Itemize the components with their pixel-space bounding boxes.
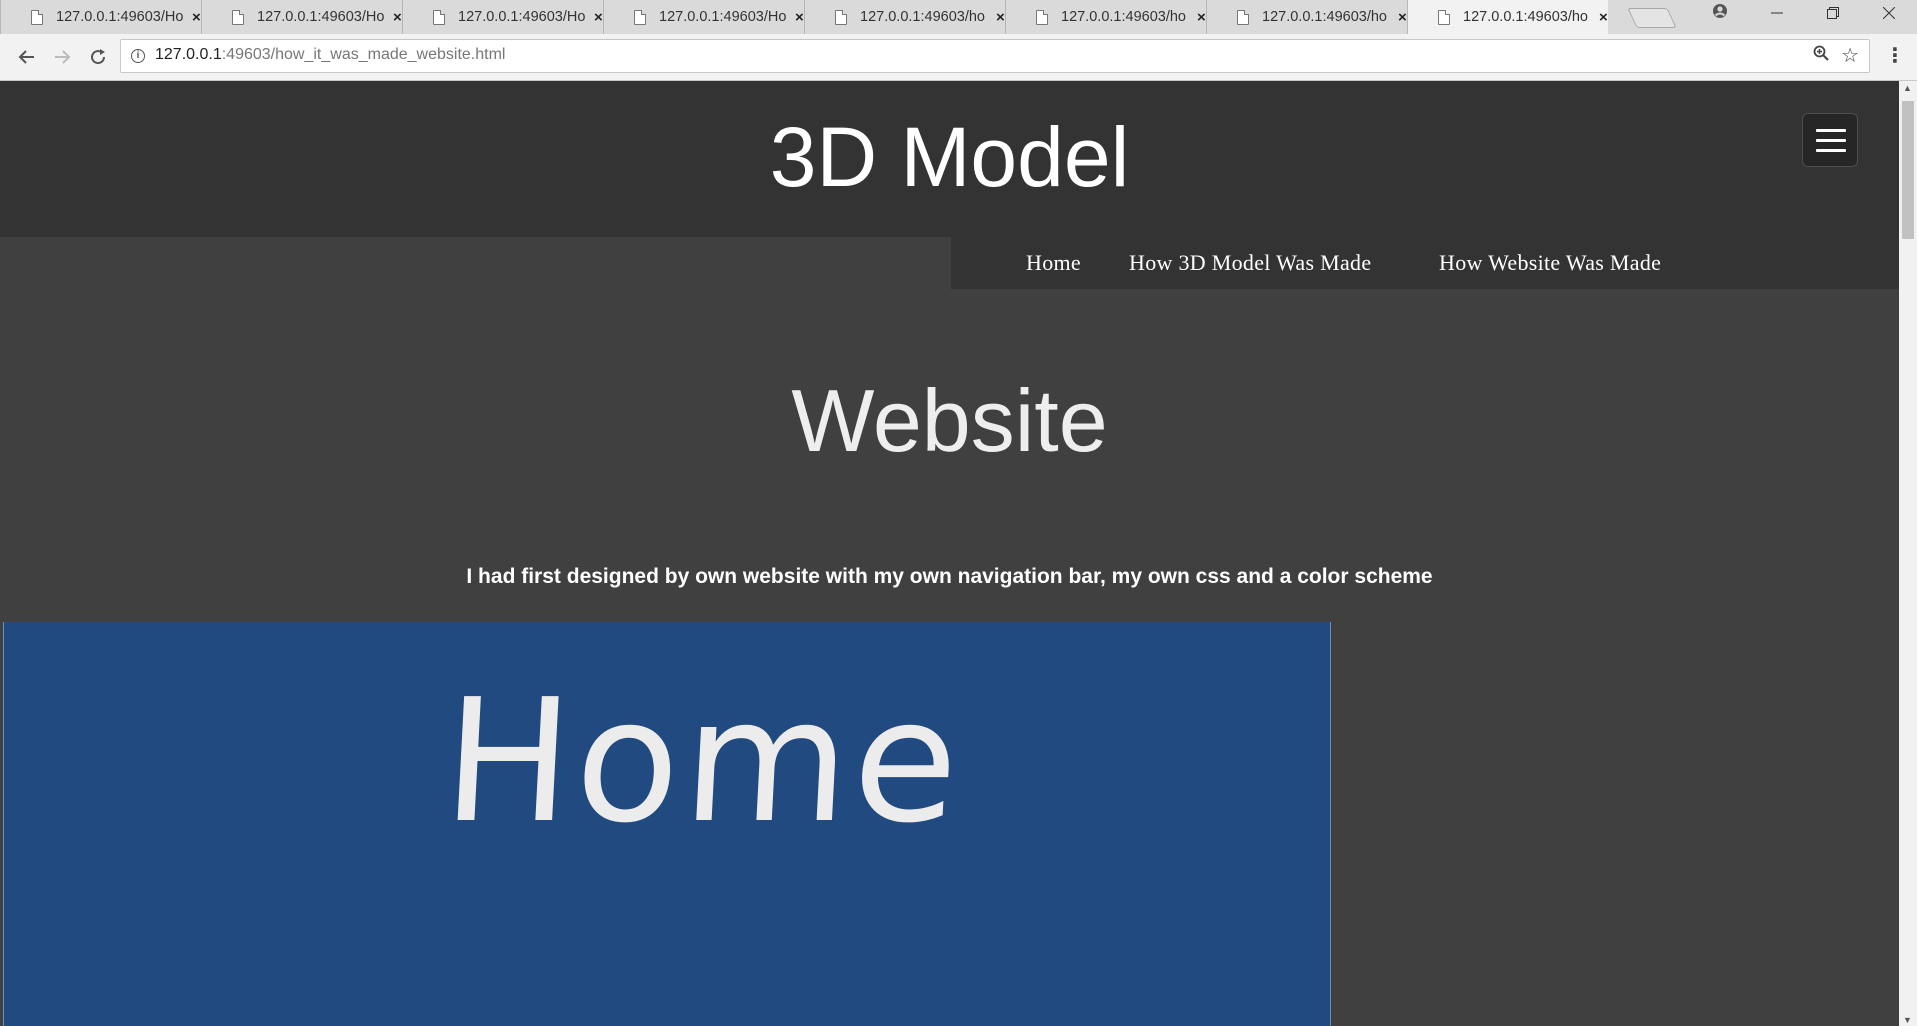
profile-icon[interactable] [1696,0,1744,30]
close-icon[interactable]: × [795,9,804,26]
minimize-icon[interactable] [1753,0,1801,30]
nav-bar: Home How 3D Model Was Made How Website W… [951,237,1899,289]
page-heading: Website [791,371,1108,470]
reload-icon[interactable] [83,42,113,72]
browser-tab[interactable]: 127.0.0.1:49603/ho × [1206,0,1407,34]
browser-tab[interactable]: 127.0.0.1:49603/Ho × [603,0,804,34]
close-icon[interactable]: × [594,9,603,26]
image-home-text: Home [438,663,968,861]
star-icon[interactable]: ☆ [1841,43,1859,68]
tab-title: 127.0.0.1:49603/ho [860,9,985,25]
page-icon [634,9,646,25]
tab-title: 127.0.0.1:49603/Ho [659,9,786,25]
scrollbar-thumb[interactable] [1902,101,1914,239]
tab-strip: 127.0.0.1:49603/Ho × 127.0.0.1:49603/Ho … [0,0,1917,34]
page-icon [835,9,847,25]
forward-arrow-icon[interactable] [47,42,77,72]
page-icon [1438,9,1450,25]
browser-tab[interactable]: 127.0.0.1:49603/ho × [804,0,1005,34]
page-content: 3D Model Home How 3D Model Was Made How … [0,81,1899,1026]
scroll-up-icon[interactable]: ▲ [1903,83,1912,93]
browser-tab[interactable]: 127.0.0.1:49603/Ho × [402,0,603,34]
site-title: 3D Model [769,110,1130,204]
hamburger-bar [1816,129,1846,132]
page-icon [1036,9,1048,25]
close-icon[interactable]: × [1599,9,1608,26]
close-icon[interactable]: × [1398,9,1407,26]
close-icon[interactable]: × [996,9,1005,26]
hamburger-bar [1816,139,1846,142]
scrollbar[interactable]: ▲ ▼ [1899,81,1917,1026]
close-icon[interactable]: × [1197,9,1206,26]
browser-tab-active[interactable]: 127.0.0.1:49603/ho × [1407,0,1608,34]
hamburger-menu-button[interactable] [1802,113,1858,167]
tab-title: 127.0.0.1:49603/ho [1262,9,1387,25]
website-screenshot-image: Home [3,622,1331,1026]
close-window-icon[interactable] [1865,0,1913,30]
scroll-down-icon[interactable]: ▼ [1903,1015,1912,1025]
url-text[interactable]: 127.0.0.1:49603/how_it_was_made_website.… [155,46,505,64]
nav-link-3d-model[interactable]: How 3D Model Was Made [1129,237,1371,289]
info-icon[interactable]: i [131,49,145,63]
nav-link-website[interactable]: How Website Was Made [1439,237,1661,289]
browser-toolbar: i 127.0.0.1:49603/how_it_was_made_websit… [0,34,1917,81]
back-arrow-icon[interactable] [12,42,42,72]
address-bar[interactable]: i 127.0.0.1:49603/how_it_was_made_websit… [120,39,1870,73]
tab-title: 127.0.0.1:49603/Ho [458,9,585,25]
close-icon[interactable]: × [192,9,201,26]
page-icon [31,9,43,25]
page-icon [1237,9,1249,25]
tab-title: 127.0.0.1:49603/ho [1061,9,1186,25]
browser-tab[interactable]: 127.0.0.1:49603/Ho × [201,0,402,34]
tab-title: 127.0.0.1:49603/Ho [56,9,183,25]
zoom-icon[interactable] [1813,45,1829,66]
page-icon [232,9,244,25]
site-header: 3D Model [0,81,1899,237]
hamburger-bar [1816,149,1846,152]
browser-tab[interactable]: 127.0.0.1:49603/ho × [1005,0,1206,34]
tab-title: 127.0.0.1:49603/ho [1463,9,1588,25]
nav-link-home[interactable]: Home [1026,237,1081,289]
browser-tab[interactable]: 127.0.0.1:49603/Ho × [0,0,201,34]
page-icon [433,9,445,25]
new-tab-button[interactable] [1627,8,1677,28]
tab-title: 127.0.0.1:49603/Ho [257,9,384,25]
intro-text: I had first designed by own website with… [466,565,1433,588]
close-icon[interactable]: × [393,9,402,26]
menu-dots-icon[interactable]: ⋮ [1885,43,1905,68]
restore-icon[interactable] [1809,0,1857,30]
